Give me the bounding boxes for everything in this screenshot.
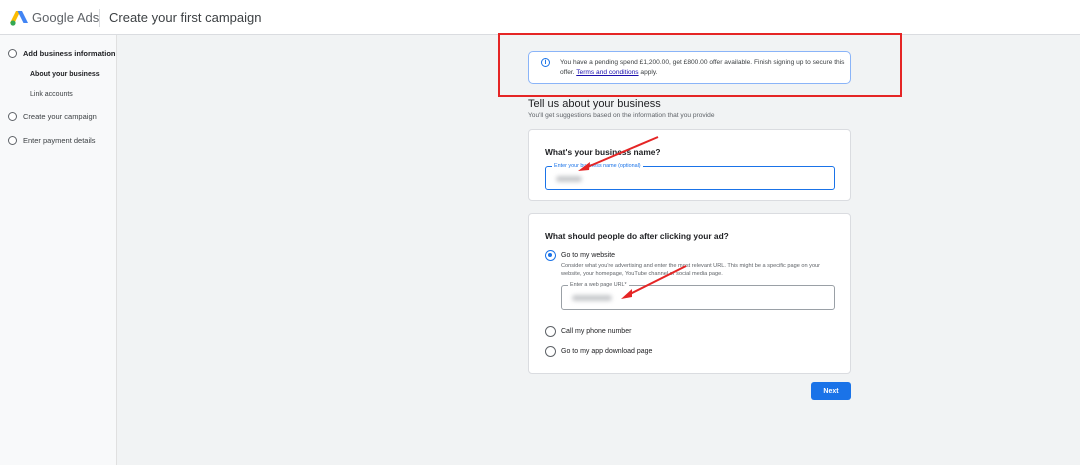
substep-link-accounts[interactable]: Link accounts bbox=[30, 91, 73, 98]
option-go-to-website[interactable]: Go to my website bbox=[545, 250, 615, 261]
radio-unselected-icon bbox=[545, 326, 556, 337]
section-subtitle: You'll get suggestions based on the info… bbox=[528, 112, 715, 119]
web-page-url-value bbox=[572, 294, 612, 303]
step-label: Enter payment details bbox=[23, 136, 96, 145]
page-title: Create your first campaign bbox=[109, 10, 262, 25]
substep-about-your-business[interactable]: About your business bbox=[30, 71, 100, 78]
step-label: Create your campaign bbox=[23, 112, 97, 121]
business-name-heading: What's your business name? bbox=[545, 147, 661, 157]
next-button[interactable]: Next bbox=[811, 382, 851, 400]
option-label: Call my phone number bbox=[561, 328, 632, 335]
option-label: Go to my app download page bbox=[561, 348, 653, 355]
ad-action-heading: What should people do after clicking you… bbox=[545, 231, 729, 241]
step-enter-payment-details[interactable]: Enter payment details bbox=[8, 136, 96, 145]
option-app-download[interactable]: Go to my app download page bbox=[545, 346, 652, 357]
step-label: Add business information bbox=[23, 49, 116, 58]
web-page-url-label: Enter a web page URL* bbox=[568, 282, 629, 289]
website-help-text: Consider what you're advertising and ent… bbox=[561, 263, 821, 277]
radio-unselected-icon bbox=[545, 346, 556, 357]
section-title: Tell us about your business bbox=[528, 98, 661, 110]
step-status-circle-icon bbox=[8, 112, 17, 121]
option-call-phone[interactable]: Call my phone number bbox=[545, 326, 631, 337]
business-name-input[interactable]: Enter your business name (optional) bbox=[545, 163, 835, 190]
google-ads-logo-icon bbox=[10, 11, 28, 26]
step-create-your-campaign[interactable]: Create your campaign bbox=[8, 112, 97, 121]
business-name-label: Enter your business name (optional) bbox=[552, 163, 643, 170]
business-name-value bbox=[556, 175, 582, 184]
annotation-highlight-box bbox=[498, 33, 902, 97]
web-page-url-input[interactable]: Enter a web page URL* bbox=[561, 282, 835, 310]
setup-steps-sidebar: Add business information About your busi… bbox=[0, 35, 117, 465]
radio-selected-icon bbox=[545, 250, 556, 261]
step-add-business-information[interactable]: Add business information bbox=[8, 49, 116, 58]
redacted-text bbox=[556, 176, 582, 182]
top-app-bar: Google Ads Create your first campaign bbox=[0, 0, 1080, 35]
business-name-card: What's your business name? Enter your bu… bbox=[528, 129, 851, 201]
topbar-divider bbox=[99, 9, 100, 27]
option-label: Go to my website bbox=[561, 252, 616, 259]
brand-name: Google Ads bbox=[32, 10, 100, 25]
redacted-text bbox=[572, 295, 612, 301]
ad-action-card: What should people do after clicking you… bbox=[528, 213, 851, 374]
step-status-circle-icon bbox=[8, 49, 17, 58]
step-status-circle-icon bbox=[8, 136, 17, 145]
